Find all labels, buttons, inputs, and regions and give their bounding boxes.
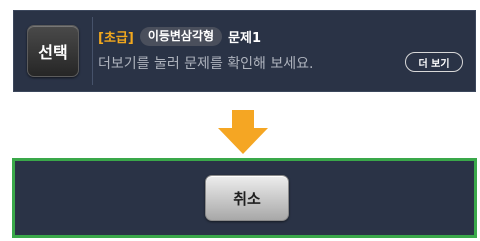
cancel-button[interactable]: 취소 bbox=[205, 175, 289, 221]
down-arrow-icon bbox=[218, 110, 268, 154]
problem-card: 선택 [초급] 이등변삼각형 문제1 더보기를 눌러 문제를 확인해 보세요. … bbox=[13, 10, 476, 92]
card-divider bbox=[92, 17, 93, 85]
more-button[interactable]: 더 보기 bbox=[405, 52, 463, 72]
select-button[interactable]: 선택 bbox=[27, 25, 79, 77]
problem-name: 문제1 bbox=[228, 30, 262, 46]
level-tag: [초급] bbox=[98, 30, 134, 46]
problem-title-row: [초급] 이등변삼각형 문제1 bbox=[98, 26, 261, 46]
topic-badge: 이등변삼각형 bbox=[139, 26, 223, 46]
cancel-panel: 취소 bbox=[12, 158, 477, 238]
hint-text: 더보기를 눌러 문제를 확인해 보세요. bbox=[98, 56, 314, 72]
